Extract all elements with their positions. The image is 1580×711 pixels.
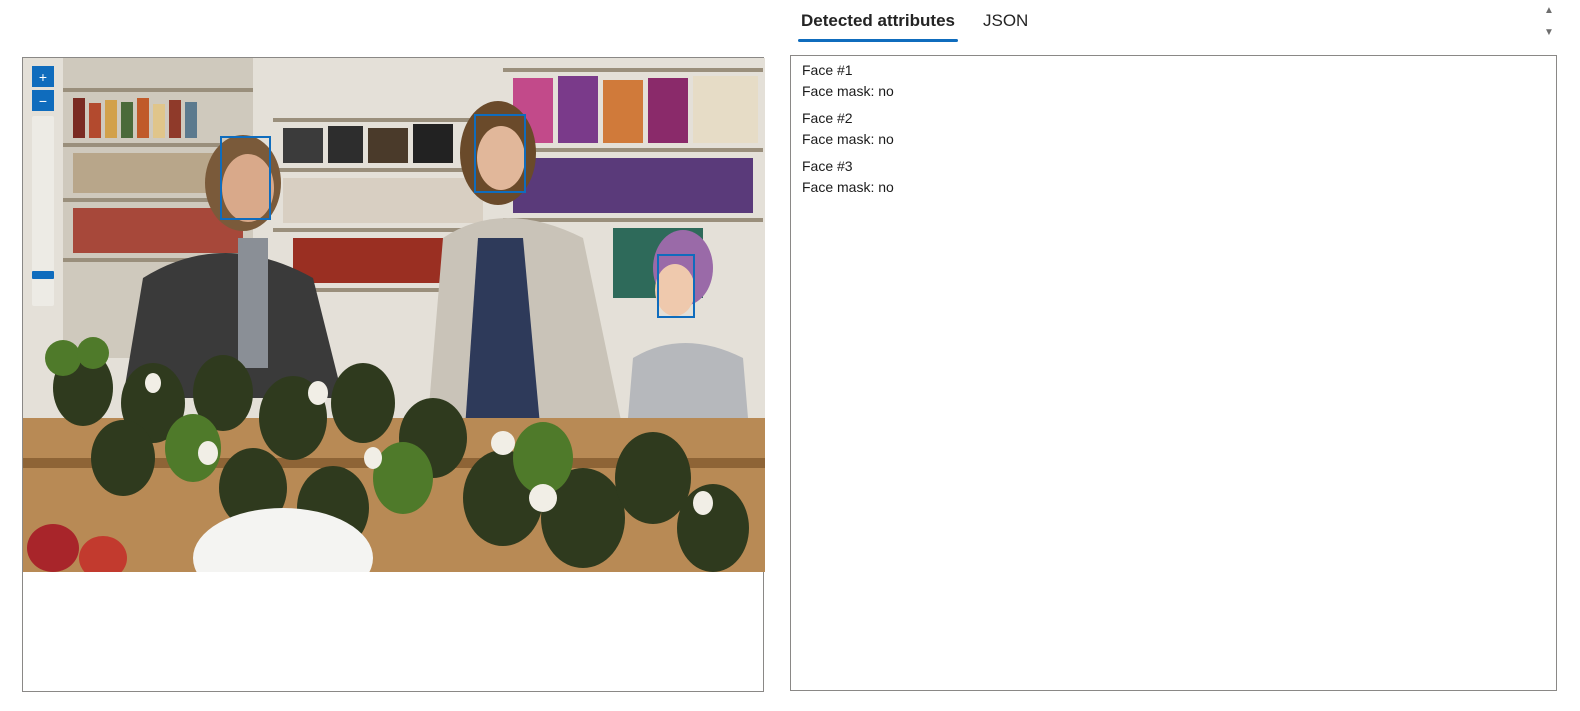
page-scrollbar[interactable]: ▲ ▼ <box>1541 2 1557 40</box>
face-box-1[interactable] <box>220 136 271 220</box>
face-mask-attribute: Face mask: no <box>802 131 894 147</box>
analyzed-photo[interactable]: + − <box>23 58 765 572</box>
tab-json[interactable]: JSON <box>980 0 1031 42</box>
face-box-3[interactable] <box>657 254 695 318</box>
triangle-down-icon[interactable]: ▼ <box>1541 24 1557 40</box>
tab-detected-attributes[interactable]: Detected attributes <box>798 0 958 42</box>
detected-attributes-panel: Face #1 Face mask: no Face #2 Face mask:… <box>790 55 1557 691</box>
zoom-slider-thumb[interactable] <box>32 270 54 279</box>
face-entry-2: Face #2 Face mask: no <box>802 108 1545 150</box>
photo-illustration <box>23 58 765 572</box>
face-mask-attribute: Face mask: no <box>802 179 894 195</box>
image-viewer: + − <box>22 57 765 692</box>
zoom-slider[interactable] <box>32 116 54 306</box>
face-title: Face #3 <box>802 158 853 174</box>
result-tabs: Detected attributes JSON <box>798 0 1031 44</box>
zoom-in-button[interactable]: + <box>32 66 54 87</box>
face-entry-1: Face #1 Face mask: no <box>802 60 1545 102</box>
triangle-up-icon[interactable]: ▲ <box>1541 2 1557 18</box>
face-title: Face #1 <box>802 62 853 78</box>
zoom-controls: + − <box>32 66 54 114</box>
face-entry-3: Face #3 Face mask: no <box>802 156 1545 198</box>
face-title: Face #2 <box>802 110 853 126</box>
face-box-2[interactable] <box>474 114 526 193</box>
face-mask-attribute: Face mask: no <box>802 83 894 99</box>
zoom-out-button[interactable]: − <box>32 90 54 111</box>
